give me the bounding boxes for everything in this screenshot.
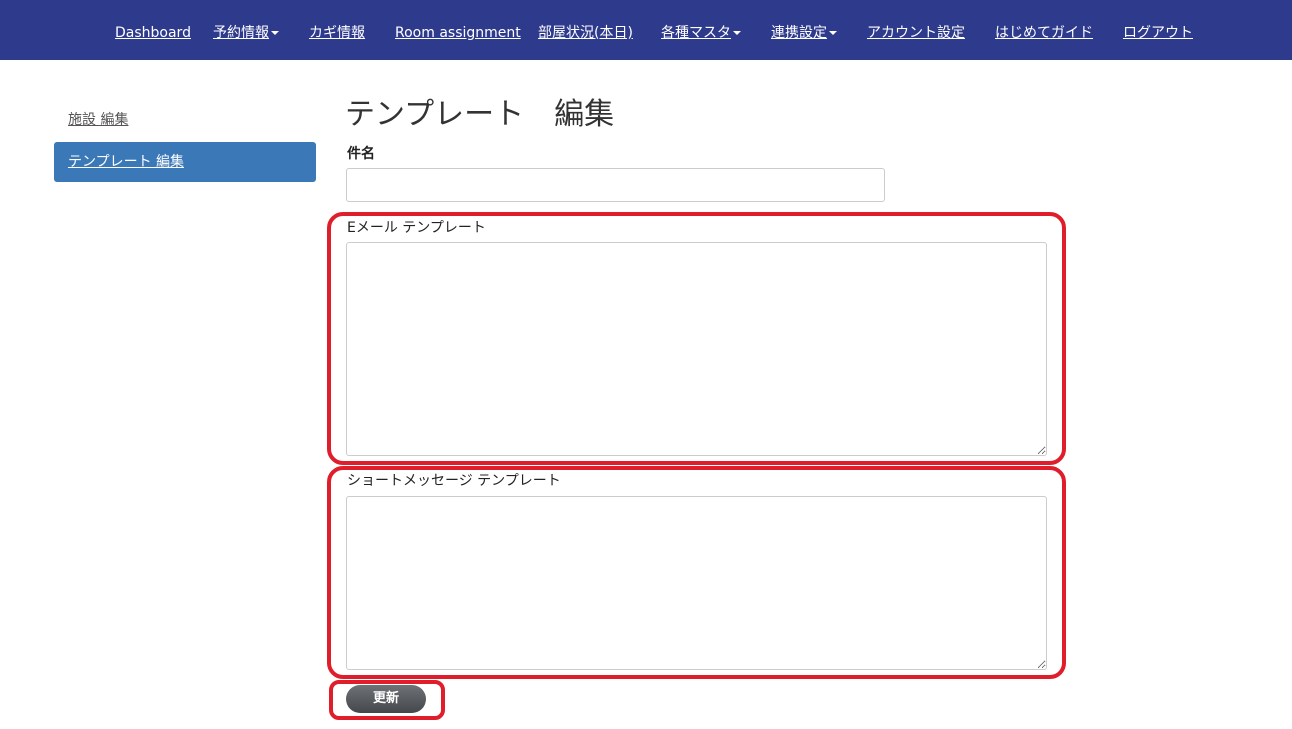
- nav-logout[interactable]: ログアウト: [1123, 24, 1193, 42]
- nav-reservations[interactable]: 予約情報: [213, 24, 279, 42]
- email-template-label: Eメール テンプレート: [347, 220, 486, 236]
- subject-input[interactable]: [346, 168, 885, 202]
- sms-template-label: ショートメッセージ テンプレート: [347, 473, 561, 489]
- nav-account-settings[interactable]: アカウント設定: [867, 24, 965, 42]
- nav-room-assignment[interactable]: Room assignment: [395, 24, 521, 42]
- nav-integrations-label: 連携設定: [771, 25, 827, 41]
- chevron-down-icon: [733, 31, 741, 35]
- nav-logout-label: ログアウト: [1123, 25, 1193, 41]
- sidebar-item-template-edit[interactable]: テンプレート 編集: [54, 142, 316, 182]
- chevron-down-icon: [829, 31, 837, 35]
- nav-keys-label: カギ情報: [309, 25, 365, 41]
- page-title: テンプレート 編集: [345, 97, 615, 132]
- nav-getting-started-guide[interactable]: はじめてガイド: [995, 24, 1093, 42]
- nav-integrations[interactable]: 連携設定: [771, 24, 837, 42]
- nav-room-assignment-label: Room assignment: [395, 25, 521, 41]
- top-navbar: Dashboard 予約情報 カギ情報 Room assignment 部屋状況…: [0, 0, 1292, 60]
- nav-dashboard[interactable]: Dashboard: [115, 24, 191, 42]
- nav-account-settings-label: アカウント設定: [867, 25, 965, 41]
- nav-masters-label: 各種マスタ: [661, 25, 731, 41]
- update-button[interactable]: 更新: [346, 685, 426, 713]
- chevron-down-icon: [271, 31, 279, 35]
- nav-room-status-label: 部屋状況(本日): [538, 25, 633, 41]
- nav-dashboard-label: Dashboard: [115, 25, 191, 41]
- nav-masters[interactable]: 各種マスタ: [661, 24, 741, 42]
- sidebar-item-facility-edit[interactable]: 施設 編集: [54, 100, 316, 140]
- email-template-textarea[interactable]: [346, 242, 1047, 456]
- nav-keys[interactable]: カギ情報: [309, 24, 365, 42]
- nav-getting-started-guide-label: はじめてガイド: [995, 25, 1093, 41]
- nav-reservations-label: 予約情報: [213, 25, 269, 41]
- subject-label: 件名: [347, 146, 375, 162]
- nav-room-status[interactable]: 部屋状況(本日): [538, 24, 633, 42]
- sms-template-textarea[interactable]: [346, 496, 1047, 670]
